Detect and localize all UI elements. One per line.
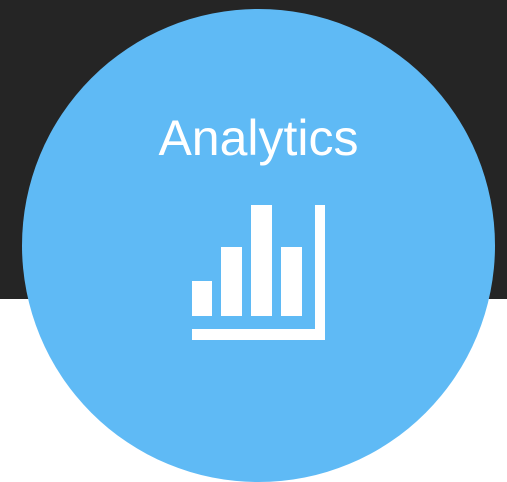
- chart-axis-horizontal: [192, 329, 325, 340]
- chart-bar-4: [281, 247, 302, 316]
- bar-chart-icon: [192, 205, 325, 340]
- chart-bar-1: [192, 281, 212, 316]
- chart-bar-3: [251, 205, 272, 316]
- chart-bar-2: [221, 247, 242, 316]
- tile-label: Analytics: [158, 110, 359, 166]
- analytics-tile[interactable]: Analytics: [22, 9, 495, 482]
- chart-axis-vertical: [315, 205, 325, 340]
